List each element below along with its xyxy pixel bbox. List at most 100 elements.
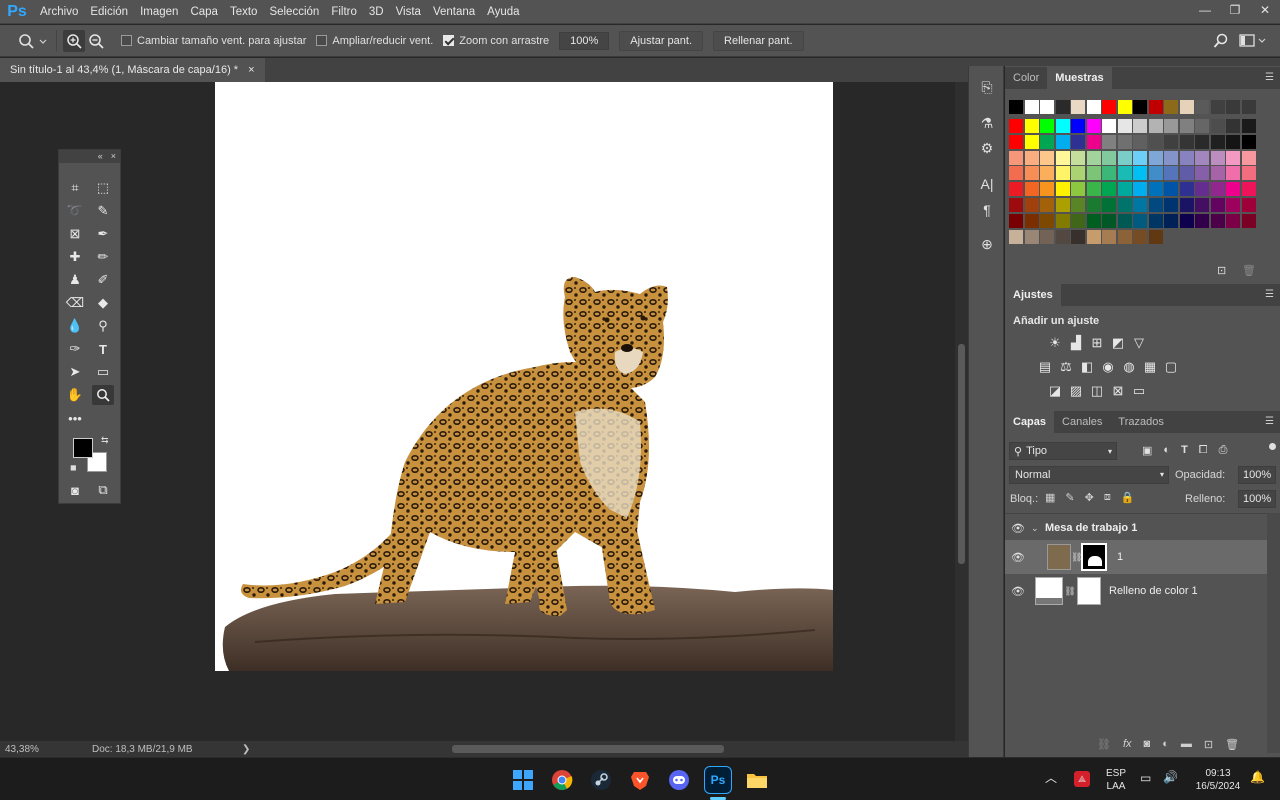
menu-imagen[interactable]: Imagen (134, 6, 184, 18)
checkbox-box[interactable] (121, 35, 132, 46)
swatch[interactable] (1133, 100, 1147, 114)
filter-shape-icon[interactable]: ⧠ (1199, 444, 1208, 457)
swatch[interactable] (1133, 150, 1147, 165)
opacity-field[interactable]: 100% (1238, 466, 1276, 484)
add-mask-icon[interactable]: ◙ (1144, 738, 1151, 751)
swatch[interactable] (1195, 119, 1209, 133)
swatch[interactable] (1071, 198, 1085, 212)
delete-layer-icon[interactable]: 🗑 (1225, 738, 1239, 751)
amd-tray-icon[interactable]: ⟁ (1074, 771, 1090, 787)
swatch[interactable] (1148, 150, 1163, 165)
notifications-icon[interactable]: 🔔 (1250, 771, 1265, 784)
color-balance-icon[interactable]: ◧ (1079, 359, 1095, 375)
swatch[interactable] (1009, 229, 1023, 244)
swatch[interactable] (1086, 213, 1101, 228)
menu-ayuda[interactable]: Ayuda (481, 6, 525, 18)
chevron-up-icon[interactable]: ︿ (1045, 772, 1057, 785)
swatch[interactable] (1133, 213, 1147, 228)
swatch[interactable] (1164, 100, 1178, 114)
swatch[interactable] (1241, 182, 1256, 197)
menu-3d[interactable]: 3D (363, 6, 390, 18)
swatch[interactable] (1195, 198, 1209, 212)
crop-tool-icon[interactable]: ⌗ (64, 178, 86, 198)
color-lookup-icon[interactable]: ▢ (1163, 359, 1179, 375)
quick-mask-icon[interactable]: ◙ (64, 480, 86, 500)
rectangle-tool-icon[interactable]: ▭ (92, 362, 114, 382)
swatch[interactable] (1117, 198, 1132, 212)
swatch[interactable] (1009, 134, 1023, 149)
swatch[interactable] (1148, 229, 1163, 244)
history-brush-tool-icon[interactable]: ✐ (92, 270, 114, 290)
curves-icon[interactable]: ⊞ (1089, 335, 1105, 351)
swatch[interactable] (1133, 119, 1147, 133)
visibility-eye-icon[interactable]: 👁 (1005, 585, 1031, 598)
windows-start-icon[interactable] (509, 766, 537, 794)
swatch[interactable] (1195, 134, 1209, 149)
swatch[interactable] (1071, 100, 1085, 114)
swatch[interactable] (1164, 182, 1178, 197)
eraser-tool-icon[interactable]: ⌫ (64, 293, 86, 313)
tab-layers[interactable]: Capas (1005, 411, 1055, 433)
layer-row-selected[interactable]: 👁 ⛓ 1 (1005, 540, 1267, 574)
layer-row[interactable]: 👁 ⛓ Relleno de color 1 (1005, 574, 1267, 608)
frame-tool-icon[interactable]: ⊠ (64, 224, 86, 244)
swatch[interactable] (1055, 229, 1070, 244)
link-icon[interactable]: ⛓ (1063, 586, 1077, 597)
invert-icon[interactable]: ◪ (1047, 383, 1063, 399)
lock-artboard-icon[interactable]: ⧈ (1104, 491, 1111, 504)
swatch[interactable] (1040, 119, 1054, 133)
swatch[interactable] (1117, 182, 1132, 197)
document-close-icon[interactable]: × (248, 58, 254, 82)
zoom-tool-icon[interactable] (92, 385, 114, 405)
healing-brush-tool-icon[interactable]: ✚ (64, 247, 86, 267)
history-panel-icon[interactable]: ⎘ (977, 77, 997, 97)
resize-windows-checkbox[interactable]: Cambiar tamaño vent. para ajustar (121, 35, 306, 47)
posterize-icon[interactable]: ▨ (1068, 383, 1084, 399)
steam-icon[interactable] (587, 766, 615, 794)
new-layer-icon[interactable]: ⊡ (1204, 738, 1213, 751)
swatch[interactable] (1179, 134, 1194, 149)
swatch[interactable] (1179, 150, 1194, 165)
zoom-100-button[interactable]: 100% (559, 31, 610, 50)
swatch[interactable] (1040, 182, 1054, 197)
swatch[interactable] (1195, 100, 1209, 114)
swatch[interactable] (1117, 166, 1132, 181)
properties-icon[interactable]: ⚙ (977, 138, 997, 158)
gradient-map-icon[interactable]: ▭ (1131, 383, 1147, 399)
zoom-tool-preset-icon[interactable] (16, 30, 50, 52)
swatch[interactable] (1071, 134, 1085, 149)
screen-mode-icon[interactable]: ⧉ (92, 480, 114, 500)
tab-swatches[interactable]: Muestras (1047, 67, 1112, 89)
panel-menu-icon[interactable]: ☰ (1265, 416, 1274, 427)
swatch[interactable] (1226, 100, 1240, 114)
swatch[interactable] (1195, 213, 1209, 228)
swatch[interactable] (1102, 182, 1116, 197)
swatch[interactable] (1071, 150, 1085, 165)
swatch[interactable] (1086, 182, 1101, 197)
search-icon[interactable] (1210, 30, 1232, 52)
swatch[interactable] (1164, 166, 1178, 181)
gradient-triangle-icon[interactable]: ▽ (1131, 335, 1147, 351)
default-colors-icon[interactable]: ◼ (70, 463, 77, 472)
swatch[interactable] (1055, 182, 1070, 197)
swatch[interactable] (1040, 150, 1054, 165)
paragraph-panel-icon[interactable]: ¶ (977, 200, 997, 220)
swatch[interactable] (1133, 182, 1147, 197)
swatch[interactable] (1024, 213, 1039, 228)
selective-color-icon[interactable]: ⊠ (1110, 383, 1126, 399)
checkbox-box[interactable] (316, 35, 328, 46)
path-selection-tool-icon[interactable]: ➤ (64, 362, 86, 382)
volume-icon[interactable]: 🔊 (1163, 771, 1178, 784)
brightness-icon[interactable]: ☀ (1047, 335, 1063, 351)
close-panel-icon[interactable]: × (111, 150, 116, 163)
swatch[interactable] (1009, 198, 1023, 212)
swatch[interactable] (1117, 134, 1132, 149)
tab-color[interactable]: Color (1005, 67, 1047, 89)
clock[interactable]: 09:13 16/5/2024 (1190, 767, 1246, 793)
type-tool-icon[interactable]: T (92, 339, 114, 359)
swatch[interactable] (1226, 182, 1240, 197)
more-tools-icon[interactable]: ••• (64, 408, 86, 428)
swatch[interactable] (1241, 119, 1256, 133)
swatch[interactable] (1133, 134, 1147, 149)
filter-adjustment-icon[interactable]: ◐ (1163, 444, 1170, 457)
